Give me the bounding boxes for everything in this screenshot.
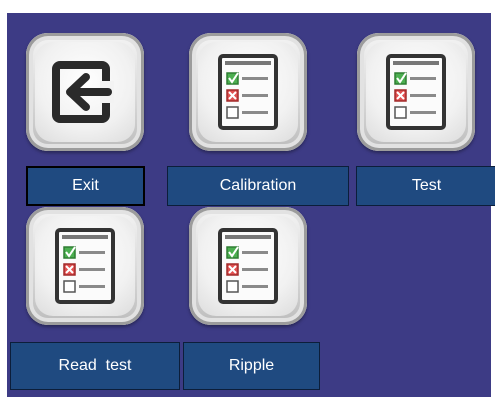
test-label: Test: [411, 177, 442, 194]
checklist-icon: [35, 216, 135, 316]
test-button[interactable]: Test: [356, 166, 495, 206]
exit-label: Exit: [72, 177, 99, 194]
test-icon-button[interactable]: [357, 33, 475, 151]
checklist-icon: [366, 42, 466, 142]
ripple-icon-button[interactable]: [189, 207, 307, 325]
ripple-label: Ripple: [228, 357, 275, 374]
menu-panel: Exit Calibration Test Read test Ripple: [7, 13, 495, 397]
exit-icon-button[interactable]: [26, 33, 144, 151]
calibration-icon-button[interactable]: [189, 33, 307, 151]
calibration-button[interactable]: Calibration: [167, 166, 349, 206]
read-test-button[interactable]: Read test: [10, 342, 180, 390]
read-test-label: Read test: [58, 357, 132, 374]
exit-arrow-icon: [35, 42, 135, 142]
checklist-icon: [198, 42, 298, 142]
calibration-label: Calibration: [219, 177, 297, 194]
exit-button[interactable]: Exit: [26, 166, 145, 206]
ripple-button[interactable]: Ripple: [183, 342, 320, 390]
read-test-icon-button[interactable]: [26, 207, 144, 325]
checklist-icon: [198, 216, 298, 316]
menu-screen: Exit Calibration Test Read test Ripple: [0, 0, 495, 397]
